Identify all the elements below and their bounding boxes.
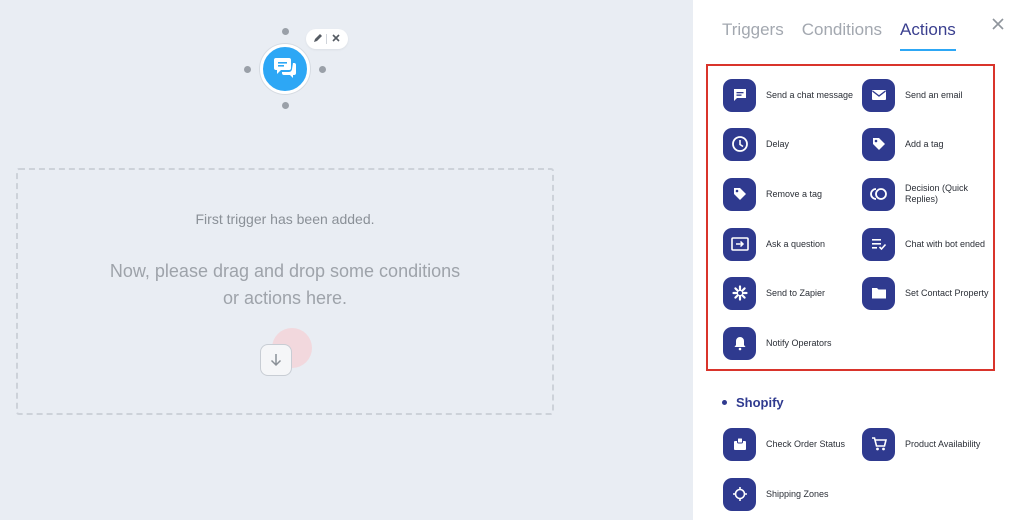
drop-target (258, 328, 318, 380)
flow-canvas[interactable]: First trigger has been added. Now, pleas… (0, 0, 693, 520)
shopify-check-order-status[interactable]: Check Order Status (723, 426, 858, 462)
email-icon (862, 78, 895, 112)
action-label: Send a chat message (766, 89, 854, 100)
action-send-to-zapier[interactable]: Send to Zapier (723, 275, 858, 311)
shopify-item-label: Check Order Status (766, 438, 846, 449)
panel-tabs: Triggers Conditions Actions (722, 20, 974, 51)
action-label: Add a tag (905, 138, 944, 149)
tab-actions[interactable]: Actions (900, 20, 956, 51)
folder-icon (862, 276, 895, 310)
action-label: Decision (Quick Replies) (905, 183, 969, 204)
action-notify-operators[interactable]: Notify Operators (723, 325, 858, 361)
close-icon[interactable] (990, 16, 1006, 32)
order-status-icon (723, 427, 756, 461)
action-label: Notify Operators (766, 337, 832, 348)
drop-zone[interactable]: First trigger has been added. Now, pleas… (16, 168, 554, 415)
shopify-item-label: Product Availability (905, 438, 981, 449)
action-add-tag[interactable]: Add a tag (862, 126, 997, 162)
action-label: Set Contact Property (905, 287, 989, 298)
bullet-dot (722, 400, 727, 405)
action-label: Delay (766, 138, 790, 149)
trigger-node-button[interactable] (260, 44, 310, 94)
action-label: Ask a question (766, 238, 826, 249)
shopify-section-header: Shopify (722, 395, 784, 410)
clock-icon (723, 127, 756, 161)
action-set-contact-property[interactable]: Set Contact Property (862, 275, 997, 311)
decision-icon (862, 177, 895, 211)
actions-panel: Triggers Conditions Actions Send a chat … (693, 0, 1024, 520)
action-chat-with-bot-ended[interactable]: Chat with bot ended (862, 226, 997, 262)
chat-bubbles-icon (273, 56, 297, 83)
tag-icon (862, 127, 895, 161)
drag-drop-instruction: Now, please drag and drop some condition… (109, 261, 461, 308)
tab-triggers[interactable]: Triggers (722, 20, 784, 51)
toolbar-divider (326, 34, 328, 44)
shipping-icon (723, 477, 756, 511)
chat-message-icon (723, 78, 756, 112)
action-ask-question[interactable]: Ask a question (723, 226, 858, 262)
left-connector-handle[interactable] (244, 66, 251, 73)
ask-question-icon (723, 227, 756, 261)
shopify-item-label: Shipping Zones (766, 488, 829, 499)
bell-icon (723, 326, 756, 360)
action-send-email[interactable]: Send an email (862, 77, 997, 113)
action-label: Remove a tag (766, 188, 823, 199)
node-toolbar (306, 29, 348, 49)
action-label: Chat with bot ended (905, 238, 986, 249)
action-remove-tag[interactable]: Remove a tag (723, 176, 858, 212)
arrow-down-icon (260, 344, 292, 376)
chat-ended-icon (862, 227, 895, 261)
right-connector-handle[interactable] (319, 66, 326, 73)
action-label: Send an email (905, 89, 963, 100)
action-decision-quick-replies[interactable]: Decision (Quick Replies) (862, 176, 997, 212)
action-delay[interactable]: Delay (723, 126, 858, 162)
cart-icon (862, 427, 895, 461)
bottom-connector-handle[interactable] (282, 102, 289, 109)
edit-pencil-icon[interactable] (313, 30, 323, 48)
tag-icon (723, 177, 756, 211)
shopify-product-availability[interactable]: Product Availability (862, 426, 997, 462)
shopify-title: Shopify (736, 395, 784, 410)
actions-list-highlight: Send a chat message Send an email Delay … (706, 64, 995, 371)
shopify-shipping-zones[interactable]: Shipping Zones (723, 476, 858, 512)
action-send-chat-message[interactable]: Send a chat message (723, 77, 858, 113)
top-connector-handle[interactable] (282, 28, 289, 35)
first-trigger-message: First trigger has been added. (195, 211, 375, 227)
tab-conditions[interactable]: Conditions (802, 20, 882, 51)
zapier-icon (723, 276, 756, 310)
action-label: Send to Zapier (766, 287, 826, 298)
delete-close-icon[interactable] (331, 30, 341, 48)
